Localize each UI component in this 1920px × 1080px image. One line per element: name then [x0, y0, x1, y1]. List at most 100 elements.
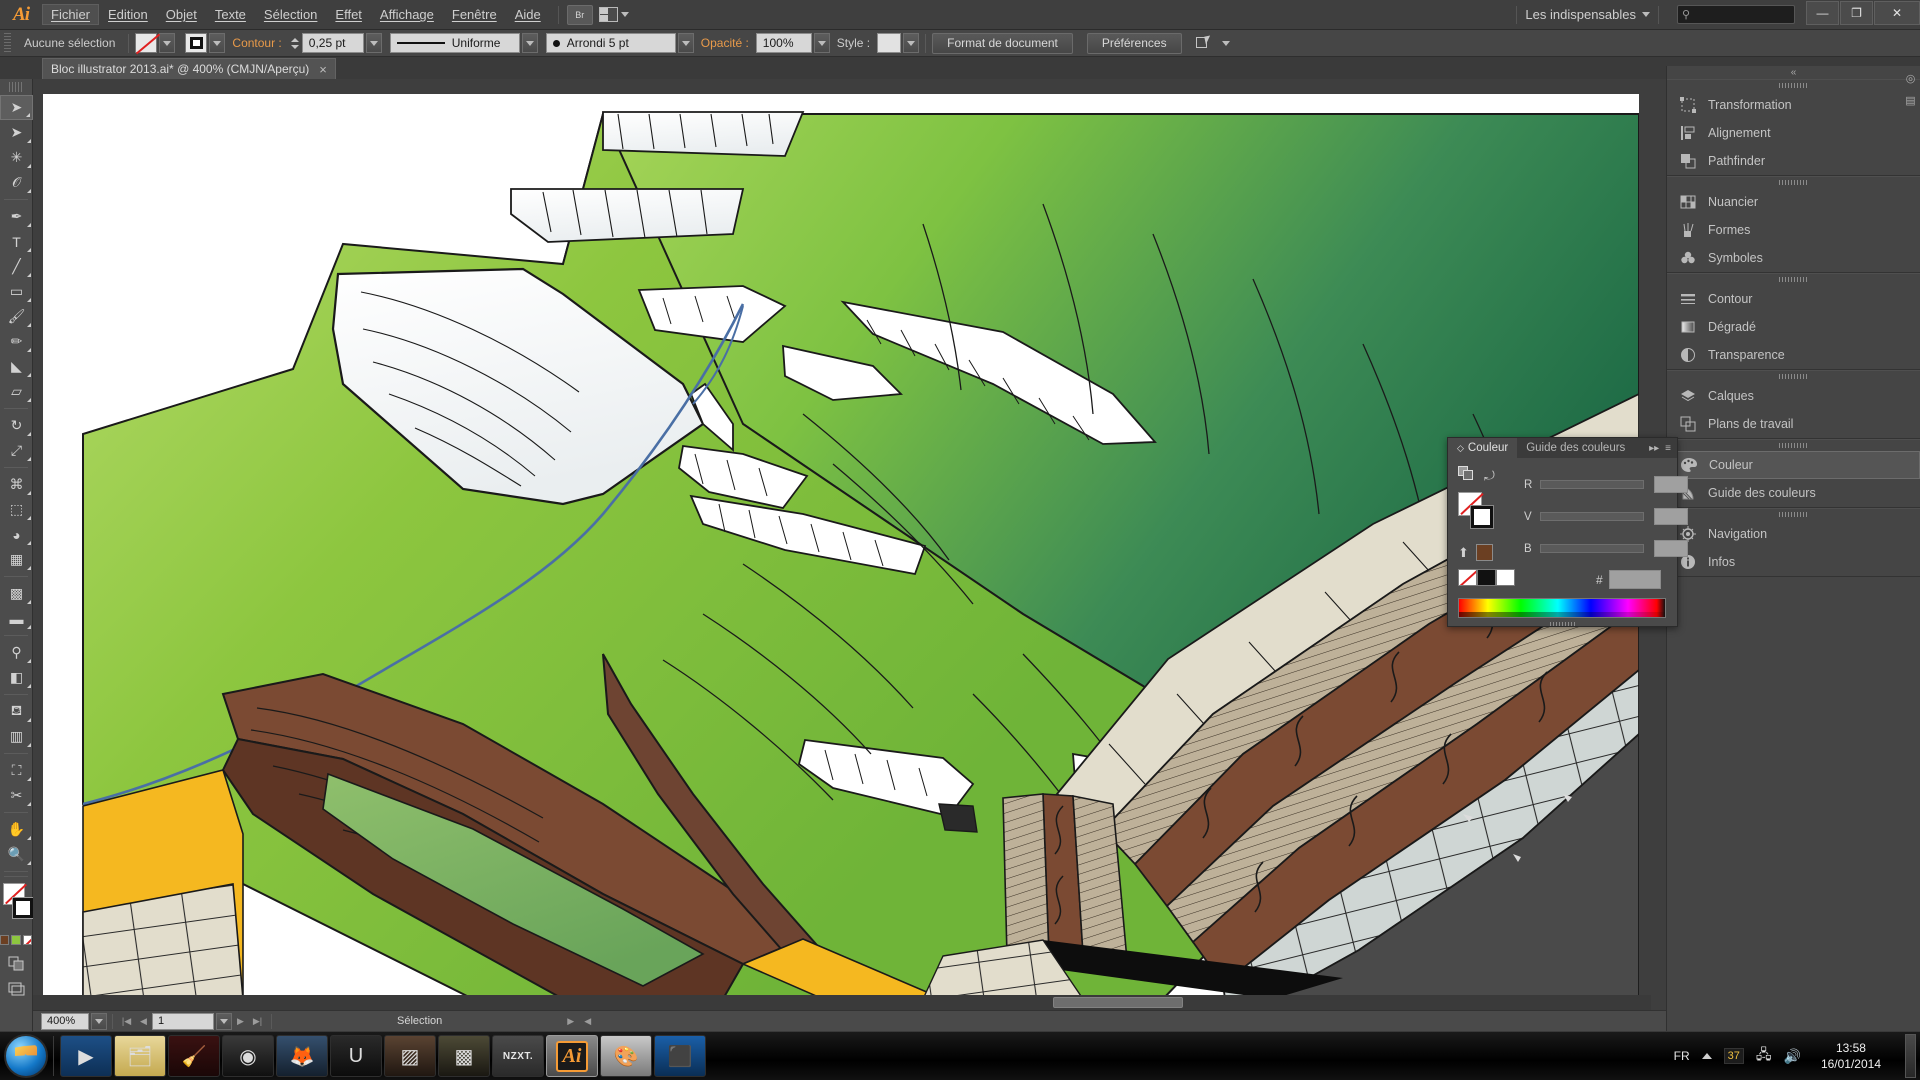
taskbar-app-windows-explorer[interactable]: 🗂 [114, 1035, 166, 1077]
tool-flyout-icon[interactable] [27, 600, 31, 604]
tool-flyout-icon[interactable] [27, 373, 31, 377]
horizontal-scroll-thumb[interactable] [1053, 997, 1183, 1008]
pen-tool[interactable]: ✒ [0, 204, 33, 229]
menu-objet[interactable]: Objet [157, 4, 206, 25]
dock-item-contour[interactable]: Contour [1667, 285, 1920, 313]
tool-flyout-icon[interactable] [27, 541, 31, 545]
workspace-label[interactable]: Les indispensables [1525, 7, 1642, 22]
width-tool[interactable]: ⌘ [0, 472, 33, 497]
channel-value-v[interactable] [1654, 508, 1688, 525]
first-page-button[interactable]: |◀ [118, 1013, 135, 1030]
clock[interactable]: 13:58 16/01/2014 [1813, 1040, 1889, 1072]
stroke-weight-dropdown[interactable] [365, 33, 382, 53]
zoom-tool[interactable]: 🔍 [0, 842, 33, 867]
brush-field[interactable]: Arrondi 5 pt [545, 33, 676, 53]
dock-group-grip[interactable] [1667, 371, 1920, 382]
white-swatch[interactable] [1496, 569, 1515, 586]
dock-group-grip[interactable] [1667, 274, 1920, 285]
start-button[interactable] [4, 1034, 48, 1078]
tool-flyout-icon[interactable] [27, 164, 31, 168]
lasso-tool[interactable]: 𝒪 [0, 170, 33, 195]
minimized-panel-icon[interactable]: ▤ [1903, 92, 1919, 108]
perspective-grid-tool[interactable]: ▦ [0, 547, 33, 572]
search-input[interactable]: ⚲ [1677, 5, 1795, 24]
dock-item-symboles[interactable]: Symboles [1667, 244, 1920, 272]
taskbar-app-steam[interactable]: ◉ [222, 1035, 274, 1077]
dock-group-grip[interactable] [1667, 440, 1920, 451]
next-page-button[interactable]: ▶ [232, 1013, 249, 1030]
tool-flyout-icon[interactable] [27, 432, 31, 436]
taskbar-app-driver-booster[interactable]: ⬛ [654, 1035, 706, 1077]
gradient-tool[interactable]: ▬ [0, 606, 33, 631]
none-button[interactable] [22, 935, 32, 945]
swap-fill-stroke-icon[interactable]: ⤾ [1484, 468, 1495, 484]
shape-builder-tool[interactable]: ◕ [0, 522, 33, 547]
document-tab[interactable]: Bloc illustrator 2013.ai* @ 400% (CMJN/A… [42, 58, 336, 79]
channel-slider-b[interactable] [1540, 544, 1644, 553]
workspace-chevron-icon[interactable] [1642, 12, 1650, 17]
status-collapse-icon[interactable]: ◀ [579, 1013, 596, 1030]
tool-flyout-icon[interactable] [26, 113, 30, 117]
tool-flyout-icon[interactable] [27, 861, 31, 865]
dock-item-guide-des-couleurs[interactable]: Guide des couleurs [1667, 479, 1920, 507]
last-page-button[interactable]: ▶| [249, 1013, 266, 1030]
show-hidden-icons-icon[interactable] [1701, 1053, 1712, 1059]
panel-menu-icon[interactable]: ≡ [1665, 443, 1671, 454]
tool-flyout-icon[interactable] [27, 516, 31, 520]
tool-flyout-icon[interactable] [27, 323, 31, 327]
blob-brush-tool[interactable]: ◣ [0, 354, 33, 379]
tray-language[interactable]: FR [1674, 1049, 1690, 1063]
opacity-dropdown[interactable] [813, 33, 830, 53]
dock-item-transformation[interactable]: Transformation [1667, 91, 1920, 119]
dock-item-alignement[interactable]: Alignement [1667, 119, 1920, 147]
free-transform-tool[interactable]: ⬚ [0, 497, 33, 522]
dock-item-formes[interactable]: Formes [1667, 216, 1920, 244]
tool-flyout-icon[interactable] [27, 659, 31, 663]
menu-slection[interactable]: Sélection [255, 4, 326, 25]
taskbar-app-media-player[interactable]: ▶ [60, 1035, 112, 1077]
tool-flyout-icon[interactable] [27, 248, 31, 252]
color-spectrum-bar[interactable] [1458, 598, 1666, 618]
magic-wand-tool[interactable]: ✳ [0, 145, 33, 170]
fill-dropdown-button[interactable] [159, 33, 176, 53]
slice-tool[interactable]: ✂ [0, 783, 33, 808]
screen-mode-button[interactable] [0, 976, 33, 1001]
document-setup-button[interactable]: Format de document [932, 32, 1073, 54]
menu-affichage[interactable]: Affichage [371, 4, 443, 25]
graphic-style-swatch[interactable] [877, 33, 902, 53]
tool-flyout-icon[interactable] [27, 625, 31, 629]
pencil-tool[interactable]: ✏ [0, 329, 33, 354]
dock-item-calques[interactable]: Calques [1667, 382, 1920, 410]
stroke-dropdown-button[interactable] [209, 33, 226, 53]
artboard-tool[interactable]: ⛶ [0, 758, 33, 783]
dock-item-pathfinder[interactable]: Pathfinder [1667, 147, 1920, 175]
tool-flyout-icon[interactable] [27, 348, 31, 352]
volume-icon[interactable]: 🔊 [1784, 1048, 1801, 1065]
tool-flyout-icon[interactable] [27, 139, 31, 143]
dock-group-grip[interactable] [1667, 509, 1920, 520]
mesh-tool[interactable]: ▩ [0, 581, 33, 606]
drawing-mode-button[interactable] [0, 951, 33, 976]
direct-selection-tool[interactable]: ➤ [0, 120, 33, 145]
zoom-level-dropdown[interactable] [91, 1012, 107, 1030]
tool-flyout-icon[interactable] [27, 189, 31, 193]
menu-fentre[interactable]: Fenêtre [443, 4, 506, 25]
symbol-sprayer-tool[interactable]: ⛾ [0, 699, 33, 724]
tool-flyout-icon[interactable] [27, 777, 31, 781]
tool-flyout-icon[interactable] [27, 273, 31, 277]
status-expand-icon[interactable]: ▶ [562, 1013, 579, 1030]
zoom-level-field[interactable]: 400% [41, 1012, 89, 1030]
tray-network-badge[interactable]: 37 [1723, 1048, 1744, 1064]
column-graph-tool[interactable]: ▥ [0, 724, 33, 749]
close-button[interactable]: ✕ [1874, 0, 1920, 25]
type-tool[interactable]: T [0, 229, 33, 254]
paintbrush-tool[interactable]: 🖌 [0, 304, 33, 329]
taskbar-app-paint-app[interactable]: 🎨 [600, 1035, 652, 1077]
stroke-weight-stepper[interactable] [289, 33, 302, 53]
eyedropper-tool[interactable]: ⚲ [0, 640, 33, 665]
taskbar-app-firefox[interactable]: 🦊 [276, 1035, 328, 1077]
taskbar-app-adobe-illustrator[interactable]: Ai [546, 1035, 598, 1077]
tool-flyout-icon[interactable] [27, 836, 31, 840]
color-mode-icon[interactable] [1458, 466, 1474, 486]
arrange-documents-button[interactable] [593, 7, 635, 22]
